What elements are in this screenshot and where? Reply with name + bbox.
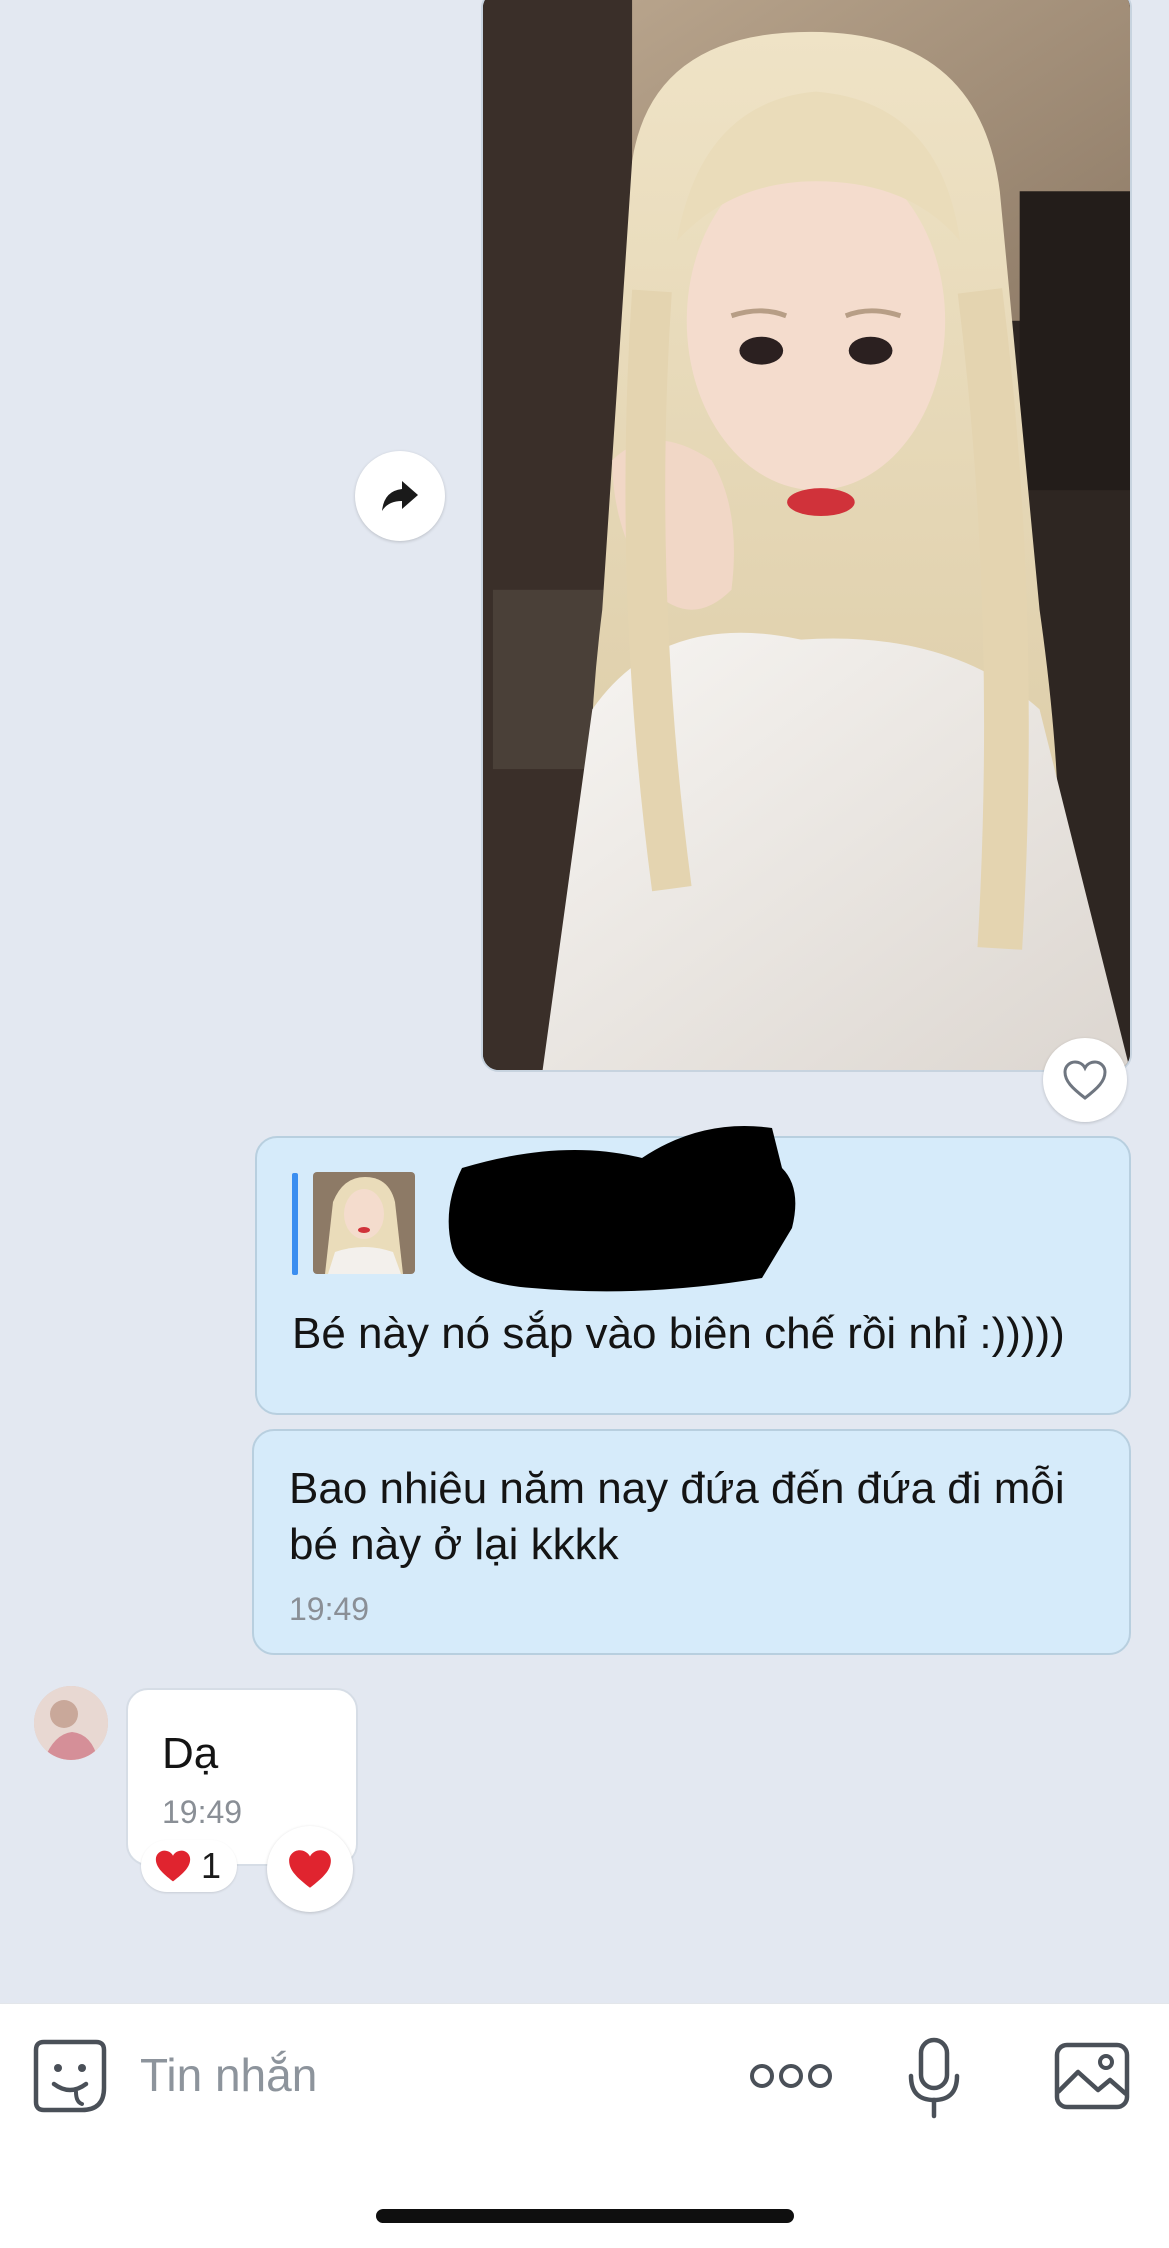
quote-bar — [292, 1173, 298, 1275]
more-dots-icon[interactable] — [748, 2058, 834, 2094]
image-gallery-icon[interactable] — [1054, 2042, 1130, 2110]
redaction-scribble — [448, 1126, 796, 1292]
message-input-bar: Tin nhắn — [0, 2003, 1169, 2248]
microphone-icon[interactable] — [905, 2036, 963, 2120]
home-indicator — [376, 2209, 794, 2223]
received-message-text: Dạ — [162, 1729, 219, 1778]
sent-message-bubble[interactable]: Bao nhiêu năm nay đứa đến đứa đi mỗi bé … — [252, 1429, 1131, 1655]
quoted-photo-image — [313, 1172, 415, 1274]
reaction-summary[interactable]: 1 — [141, 1840, 238, 1892]
sticker-icon[interactable] — [32, 2038, 108, 2114]
avatar[interactable] — [34, 1686, 108, 1760]
selfie-photo — [483, 0, 1130, 1070]
reply-message-bubble[interactable]: Bé này nó sắp vào biên chế rồi nhỉ :))))… — [255, 1126, 1131, 1415]
forward-arrow-icon — [382, 481, 418, 511]
received-message-time: 19:49 — [162, 1794, 243, 1830]
heart-outline-icon — [1063, 1060, 1107, 1100]
avatar-image — [34, 1686, 108, 1760]
react-button[interactable] — [267, 1826, 353, 1912]
reaction-count: 1 — [201, 1845, 222, 1886]
sent-message-time: 19:49 — [289, 1591, 370, 1627]
red-heart-icon — [289, 1850, 331, 1888]
sent-message-text: Bao nhiêu năm nay đứa đến đứa đi mỗi bé … — [289, 1464, 1065, 1569]
forward-button[interactable] — [355, 451, 445, 541]
like-button[interactable] — [1043, 1038, 1127, 1122]
photo-message[interactable] — [481, 0, 1132, 1072]
quoted-photo-thumbnail[interactable] — [313, 1172, 415, 1274]
chat-area[interactable]: Bé này nó sắp vào biên chế rồi nhỉ :))))… — [0, 0, 1169, 2003]
message-input[interactable]: Tin nhắn — [140, 2048, 317, 2102]
reply-message-text: Bé này nó sắp vào biên chế rồi nhỉ :))))… — [292, 1309, 1065, 1358]
red-heart-icon — [155, 1850, 191, 1882]
